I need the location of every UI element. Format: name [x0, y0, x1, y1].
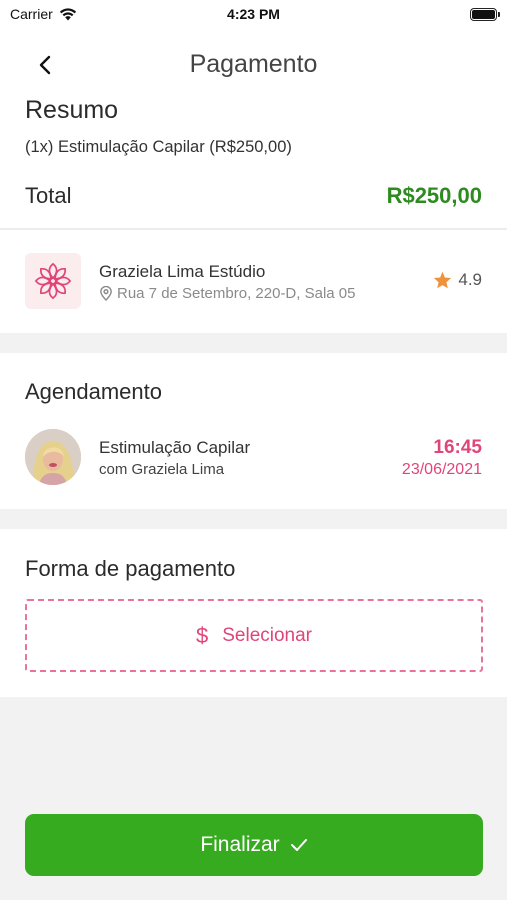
flower-logo-icon	[34, 262, 72, 300]
finalize-button[interactable]: Finalizar	[25, 814, 483, 876]
rating-value: 4.9	[458, 270, 482, 289]
avatar	[25, 429, 81, 485]
summary-heading: Resumo	[25, 96, 119, 124]
appointment-date: 23/06/2021	[401, 461, 482, 478]
navigation-bar: Pagamento	[0, 30, 507, 94]
checkmark-icon	[290, 839, 307, 851]
appointment-professional: com Graziela Lima	[99, 461, 225, 478]
appointment-heading: Agendamento	[25, 379, 162, 404]
professional-photo	[25, 429, 81, 485]
salon-name: Graziela Lima Estúdio	[99, 262, 266, 281]
select-payment-button[interactable]: $ Selecionar	[25, 599, 483, 672]
salon-card[interactable]: Graziela Lima Estúdio Rua 7 de Setembro,…	[0, 230, 507, 333]
battery-icon	[470, 8, 500, 21]
salon-rating: 4.9	[433, 270, 482, 290]
finalize-label: Finalizar	[200, 833, 280, 856]
payment-heading: Forma de pagamento	[25, 556, 236, 581]
total-value: R$250,00	[386, 183, 482, 208]
summary-section: Resumo (1x) Estimulação Capilar (R$250,0…	[0, 94, 507, 228]
salon-address: Rua 7 de Setembro, 220-D, Sala 05	[99, 285, 355, 302]
summary-item: (1x) Estimulação Capilar (R$250,00)	[25, 138, 292, 156]
appointment-time: 16:45	[433, 437, 482, 458]
status-time: 4:23 PM	[227, 6, 280, 22]
page-title: Pagamento	[189, 50, 318, 78]
appointment-service: Estimulação Capilar	[99, 438, 251, 457]
appointment-section: Agendamento Estimulação Capilar com Graz…	[0, 353, 507, 509]
payment-section: Forma de pagamento $ Selecionar	[0, 529, 507, 697]
total-label: Total	[25, 183, 72, 208]
location-pin-icon	[100, 286, 112, 301]
dollar-icon: $	[195, 622, 209, 648]
salon-logo	[25, 253, 81, 309]
salon-address-text: Rua 7 de Setembro, 220-D, Sala 05	[117, 285, 356, 302]
select-payment-label: Selecionar	[222, 624, 313, 646]
status-bar: Carrier 4:23 PM	[0, 0, 507, 30]
star-icon	[434, 271, 452, 289]
